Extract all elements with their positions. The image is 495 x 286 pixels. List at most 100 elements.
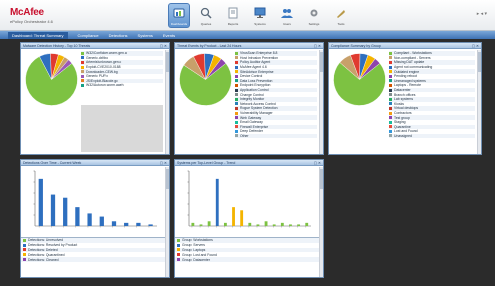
legend-swatch — [81, 79, 84, 83]
tab-2[interactable]: Detections — [109, 33, 128, 38]
legend-label: Agent not communicating — [394, 65, 433, 70]
legend-swatch — [177, 253, 180, 257]
magnifier-icon — [199, 6, 213, 21]
legend-label: Detections: Resolved by Product — [28, 243, 78, 248]
nav-users-button[interactable]: Users — [276, 3, 298, 28]
scrollbar-thumb[interactable] — [478, 52, 481, 72]
legend-swatch — [177, 248, 180, 252]
dashboard-tabbar: Dashboard: Threat Summary Compliance Detec… — [0, 31, 495, 39]
bar — [272, 224, 276, 226]
bar-chart[interactable] — [23, 168, 163, 236]
legend-label: Vulnerability Manager — [240, 111, 273, 116]
bar — [111, 221, 117, 226]
nav-tools-button[interactable]: Tools — [330, 3, 352, 28]
panel-window-controls[interactable]: ▢ ✕ — [160, 161, 167, 165]
panel-title-text: Compliance Summary by Group — [331, 44, 381, 48]
legend-label: Group: Lost and Found — [182, 252, 217, 257]
bar — [297, 224, 301, 226]
panel-title[interactable]: Malware Detection History - Top 10 Threa… — [21, 43, 169, 49]
nav-dashboards-button[interactable]: Dashboards — [168, 3, 190, 28]
tab-3[interactable]: Systems — [138, 33, 153, 38]
panel-window-controls[interactable]: ▢ ✕ — [314, 44, 321, 48]
legend-label: Detections: Unresolved — [28, 238, 64, 243]
scrollbar-thumb[interactable] — [166, 52, 169, 72]
bar-chart[interactable] — [177, 168, 317, 236]
nav-reports-button[interactable]: Reports — [222, 3, 244, 28]
vertical-scrollbar[interactable] — [165, 50, 169, 154]
legend-swatch — [235, 129, 238, 133]
panel-window-controls[interactable]: ▢ ✕ — [314, 161, 321, 165]
bar — [191, 222, 195, 226]
legend-label: Unmanaged systems — [394, 78, 426, 83]
legend-label: Exploit-CVE2010-0188 — [86, 65, 121, 70]
bar — [215, 178, 219, 226]
panel-title[interactable]: Threat Events by Product - Last 24 Hours… — [175, 43, 323, 49]
bar — [223, 222, 227, 226]
vertical-scrollbar[interactable] — [319, 167, 323, 277]
tab-4[interactable]: Events — [163, 33, 175, 38]
bar — [124, 222, 129, 226]
panel-title-text: Malware Detection History - Top 10 Threa… — [23, 44, 91, 48]
panel-title[interactable]: Detections Over Time - Current Week ▢ ✕ — [21, 160, 169, 166]
dashboard-workspace: Malware Detection History - Top 10 Threa… — [20, 42, 482, 278]
legend-label: JS/Exploit-Blacole.gc — [86, 78, 118, 83]
legend-label: Compliant - Workstations — [394, 51, 432, 56]
legend-swatch — [81, 60, 84, 64]
legend-label: Virtual desktops — [394, 106, 419, 111]
legend-swatch — [235, 65, 238, 69]
pie-chart[interactable] — [332, 52, 387, 107]
legend-item[interactable]: Unassigned — [389, 133, 475, 139]
legend-label: Group: Datacenter — [182, 257, 210, 262]
vertical-scrollbar[interactable] — [477, 50, 481, 154]
legend-item[interactable]: Detections: Cleaned — [21, 257, 169, 262]
legend-label: Test group — [394, 115, 410, 120]
legend-swatch — [81, 83, 84, 87]
tab-1[interactable]: Compliance — [78, 33, 99, 38]
panel-window-controls[interactable]: ▢ ✕ — [472, 44, 479, 48]
panel-window-controls[interactable]: ▢ ✕ — [160, 44, 167, 48]
scrollbar-thumb[interactable] — [320, 169, 323, 189]
scrollbar-thumb[interactable] — [320, 52, 323, 72]
nav-queries-button[interactable]: Queries — [195, 3, 217, 28]
nav-label: Systems — [254, 22, 266, 26]
pie-chart[interactable] — [178, 52, 233, 107]
legend-label: Detections: Deleted — [28, 247, 58, 252]
panel-title[interactable]: Compliance Summary by Group ▢ ✕ — [329, 43, 481, 49]
legend-label: Contractors — [394, 111, 412, 116]
legend-item[interactable]: Group: Datacenter — [175, 257, 323, 262]
legend-item[interactable]: W32/Autorun.worm.aaeh — [81, 83, 163, 88]
legend-swatch — [235, 51, 238, 55]
legend-swatch — [389, 134, 392, 138]
panel-title[interactable]: Systems per Top-Level Group - Trend ▢ ✕ — [175, 160, 323, 166]
vertical-scrollbar[interactable] — [165, 167, 169, 277]
bar — [99, 216, 104, 226]
legend-swatch — [81, 56, 84, 60]
scrollbar-thumb[interactable] — [166, 169, 169, 189]
legend-label: Web Gateway — [240, 115, 262, 120]
legend-label: Network Access Control — [240, 101, 276, 106]
vertical-scrollbar[interactable] — [319, 50, 323, 154]
legend-swatch — [177, 238, 180, 242]
legend-swatch — [389, 79, 392, 83]
legend-label: Laptops - Remote — [394, 83, 421, 88]
nav-settings-button[interactable]: Settings — [303, 3, 325, 28]
bar — [136, 222, 141, 226]
nav-systems-button[interactable]: Systems — [249, 3, 271, 28]
legend-item[interactable]: Other — [235, 133, 317, 139]
legend-label: Policy Auditor Agent — [240, 60, 271, 65]
legend-label: SiteAdvisor Enterprise — [240, 69, 274, 74]
legend-swatch — [235, 79, 238, 83]
legend-label: Endpoint Encryption — [240, 83, 271, 88]
legend-swatch — [235, 106, 238, 110]
header-controls[interactable]: ▸ ◂ ▾ — [477, 11, 487, 17]
bar — [280, 222, 284, 226]
legend-label: Staging — [394, 120, 406, 125]
legend-swatch — [235, 111, 238, 115]
legend-swatch — [235, 88, 238, 92]
bar — [232, 207, 235, 226]
main-nav: Dashboards Queries Reports Systems Users Sett… — [168, 3, 352, 28]
bar — [289, 224, 292, 226]
tab-0[interactable]: Dashboard: Threat Summary — [8, 31, 68, 39]
pie-chart[interactable] — [24, 52, 79, 107]
legend-label: Non-compliant - Servers — [394, 55, 431, 60]
